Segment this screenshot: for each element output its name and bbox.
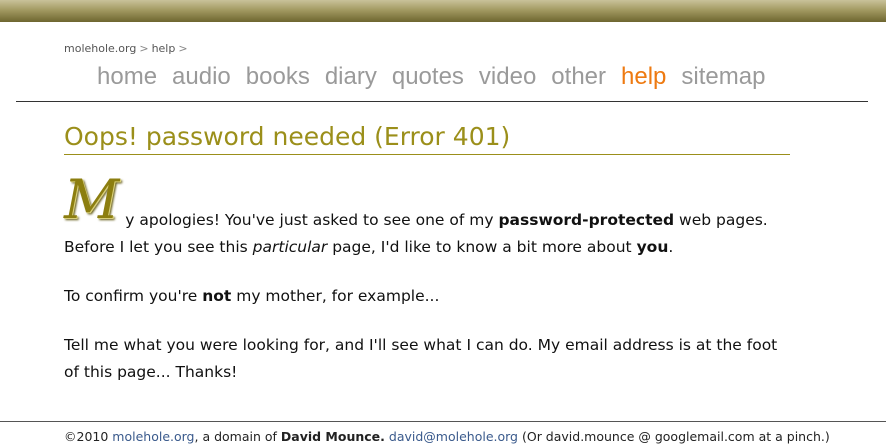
nav-item-home[interactable]: home (97, 63, 157, 91)
nav-divider (16, 101, 868, 102)
para2-text-a: To confirm you're (64, 287, 203, 305)
drop-cap-letter: M (64, 168, 120, 231)
para2-bold-not: not (202, 287, 232, 305)
footer-email-link[interactable]: david@molehole.org (389, 429, 518, 444)
main-nav: home audio books diary quotes video othe… (97, 63, 765, 91)
header-band (0, 0, 886, 22)
para1-bold-you: you (636, 238, 669, 256)
para2-text-c: my mother, for example... (231, 287, 440, 305)
para1-bold-password-protected: password-protected (498, 211, 675, 229)
para1-text-g: . (668, 238, 674, 256)
footer: ©2010 molehole.org, a domain of David Mo… (64, 429, 830, 444)
nav-item-quotes[interactable]: quotes (392, 63, 464, 91)
main-content: M y apologies! You've just asked to see … (64, 168, 786, 408)
breadcrumb-separator: > (139, 42, 149, 55)
nav-item-video[interactable]: video (479, 63, 536, 91)
breadcrumb-home-link[interactable]: molehole.org (64, 42, 136, 55)
paragraph-confirm: To confirm you're not my mother, for exa… (64, 283, 786, 310)
para1-text-a: y apologies! You've just asked to see on… (125, 211, 499, 229)
paragraph-apologies: y apologies! You've just asked to see on… (64, 175, 786, 261)
nav-item-sitemap[interactable]: sitemap (681, 63, 765, 91)
paragraph-tell-me: Tell me what you were looking for, and I… (64, 336, 778, 381)
page-title: Oops! password needed (Error 401) (64, 122, 790, 155)
breadcrumb-separator: > (178, 42, 188, 55)
footer-copyright: ©2010 (64, 429, 113, 444)
nav-item-diary[interactable]: diary (325, 63, 377, 91)
nav-item-audio[interactable]: audio (172, 63, 231, 91)
breadcrumb-help-link[interactable]: help (152, 42, 176, 55)
breadcrumb: molehole.org > help > (64, 42, 191, 55)
footer-divider (0, 421, 886, 422)
nav-item-help[interactable]: help (621, 63, 666, 91)
para1-italic-particular: particular (252, 238, 328, 256)
footer-domain-text: , a domain of (194, 429, 281, 444)
footer-site-link[interactable]: molehole.org (112, 429, 194, 444)
nav-item-books[interactable]: books (246, 63, 310, 91)
para1-text-e: page, I'd like to know a bit more about (327, 238, 637, 256)
footer-author: David Mounce. (280, 429, 385, 444)
footer-alt-email: (Or david.mounce @ googlemail.com at a p… (518, 429, 830, 444)
nav-item-other[interactable]: other (551, 63, 606, 91)
